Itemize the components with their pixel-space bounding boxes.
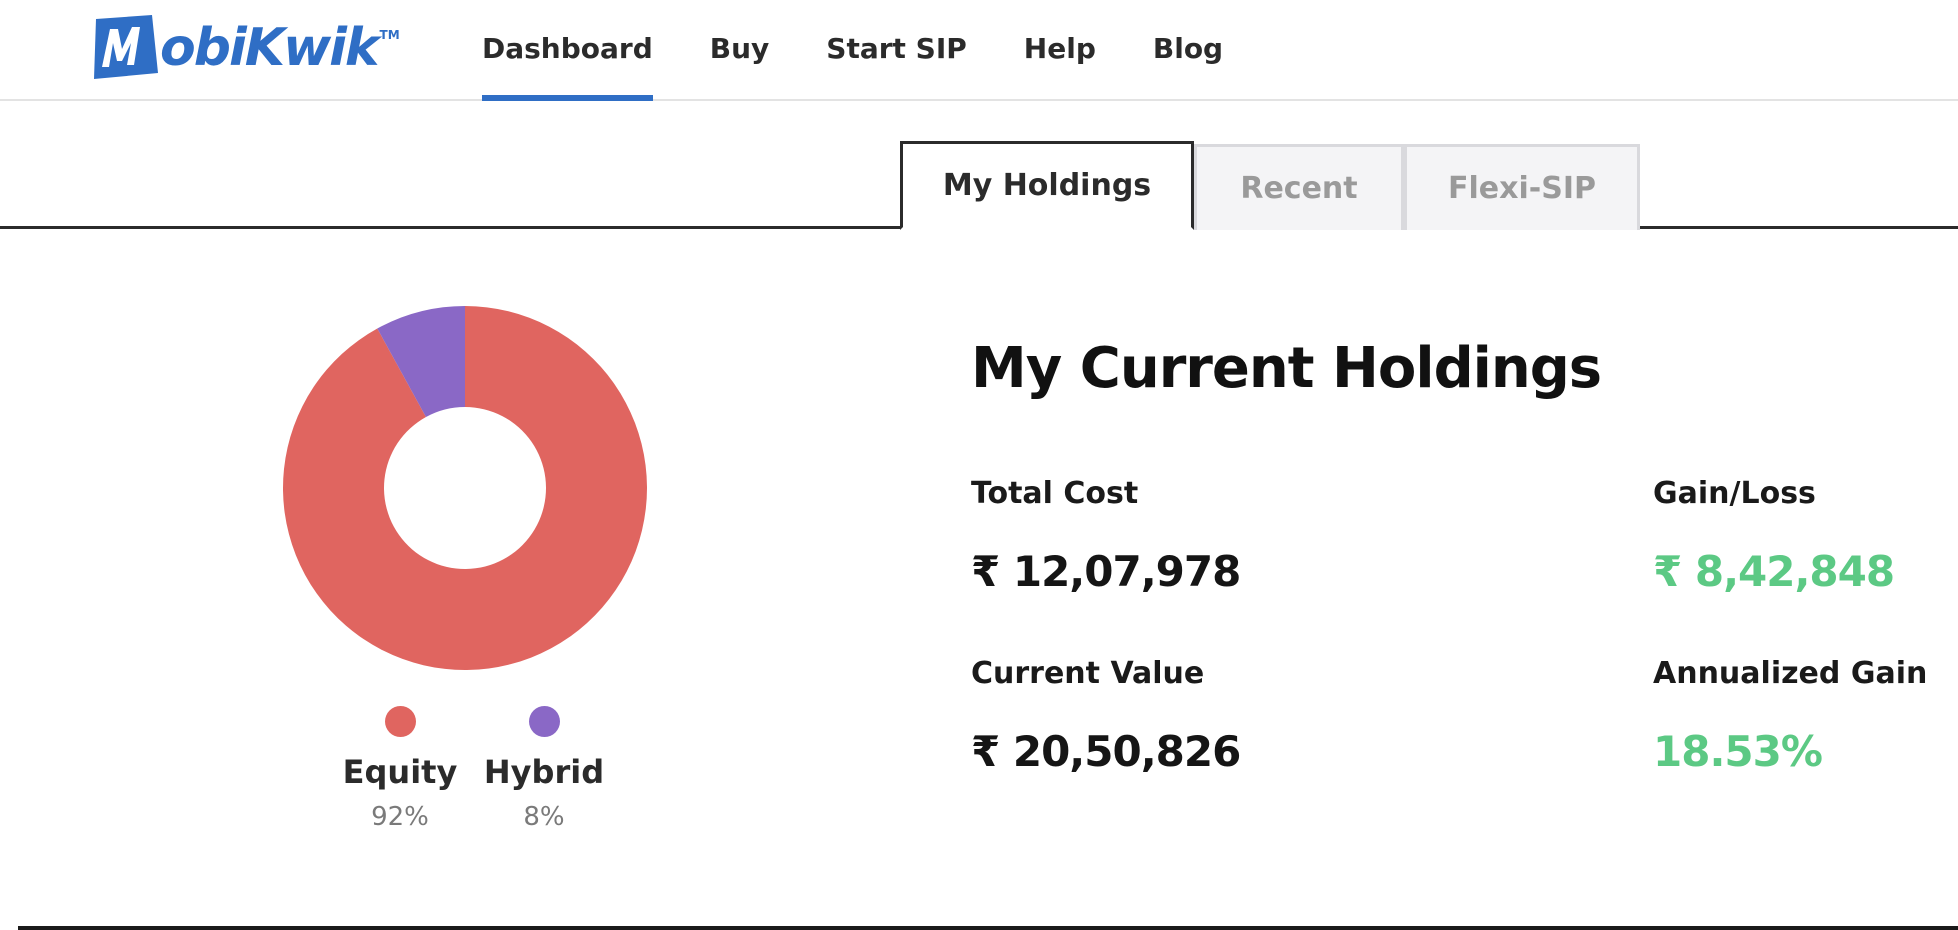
metric-total-cost: Total Cost ₹ 12,07,978 bbox=[971, 476, 1241, 596]
tab-flexi-sip[interactable]: Flexi-SIP bbox=[1404, 144, 1640, 230]
logo-wordmark: obiKwik bbox=[160, 18, 380, 78]
current-value-value: ₹ 20,50,826 bbox=[971, 727, 1241, 776]
legend-label-hybrid: Hybrid bbox=[483, 753, 605, 791]
legend-dot-equity bbox=[384, 706, 416, 737]
nav-help[interactable]: Help bbox=[1024, 0, 1096, 101]
annualized-gain-value: 18.53% bbox=[1653, 727, 1823, 776]
legend-percent-equity: 92% bbox=[371, 802, 429, 833]
total-cost-label: Total Cost bbox=[971, 476, 1139, 511]
main-nav: Dashboard Buy Start SIP Help Blog bbox=[482, 0, 1280, 101]
mobikwik-logo-icon bbox=[94, 15, 158, 79]
nav-start-sip[interactable]: Start SIP bbox=[826, 0, 967, 101]
holdings-tabs: My Holdings Recent Flexi-SIP bbox=[900, 141, 1640, 230]
top-navbar: obiKwik TM Dashboard Buy Start SIP Help … bbox=[0, 0, 1958, 101]
tab-recent[interactable]: Recent bbox=[1194, 144, 1404, 230]
tab-my-holdings[interactable]: My Holdings bbox=[900, 141, 1194, 230]
legend-item-equity: Equity 92% bbox=[330, 706, 470, 832]
section-divider bbox=[18, 926, 1958, 930]
nav-dashboard[interactable]: Dashboard bbox=[482, 0, 653, 101]
metric-annualized-gain: Annualized Gain 18.53% bbox=[1653, 656, 1927, 776]
nav-buy[interactable]: Buy bbox=[710, 0, 770, 101]
total-cost-value: ₹ 12,07,978 bbox=[971, 547, 1241, 596]
metric-current-value: Current Value ₹ 20,50,826 bbox=[971, 656, 1241, 776]
gain-loss-label: Gain/Loss bbox=[1653, 476, 1816, 511]
allocation-donut-chart bbox=[282, 306, 647, 670]
holdings-title: My Current Holdings bbox=[971, 336, 1602, 401]
metric-gain-loss: Gain/Loss ₹ 8,42,848 bbox=[1653, 476, 1895, 596]
logo-trademark: TM bbox=[379, 28, 400, 42]
mobikwik-logo[interactable]: obiKwik TM bbox=[88, 12, 400, 84]
current-value-label: Current Value bbox=[971, 656, 1205, 691]
chart-legend: Equity 92% Hybrid 8% bbox=[330, 706, 614, 832]
legend-dot-hybrid bbox=[528, 706, 560, 737]
legend-item-hybrid: Hybrid 8% bbox=[474, 706, 614, 832]
nav-blog[interactable]: Blog bbox=[1153, 0, 1223, 101]
legend-label-equity: Equity bbox=[342, 753, 458, 791]
donut-svg bbox=[282, 306, 647, 670]
gain-loss-value: ₹ 8,42,848 bbox=[1653, 547, 1895, 596]
annualized-gain-label: Annualized Gain bbox=[1653, 656, 1928, 691]
legend-percent-hybrid: 8% bbox=[523, 802, 565, 833]
